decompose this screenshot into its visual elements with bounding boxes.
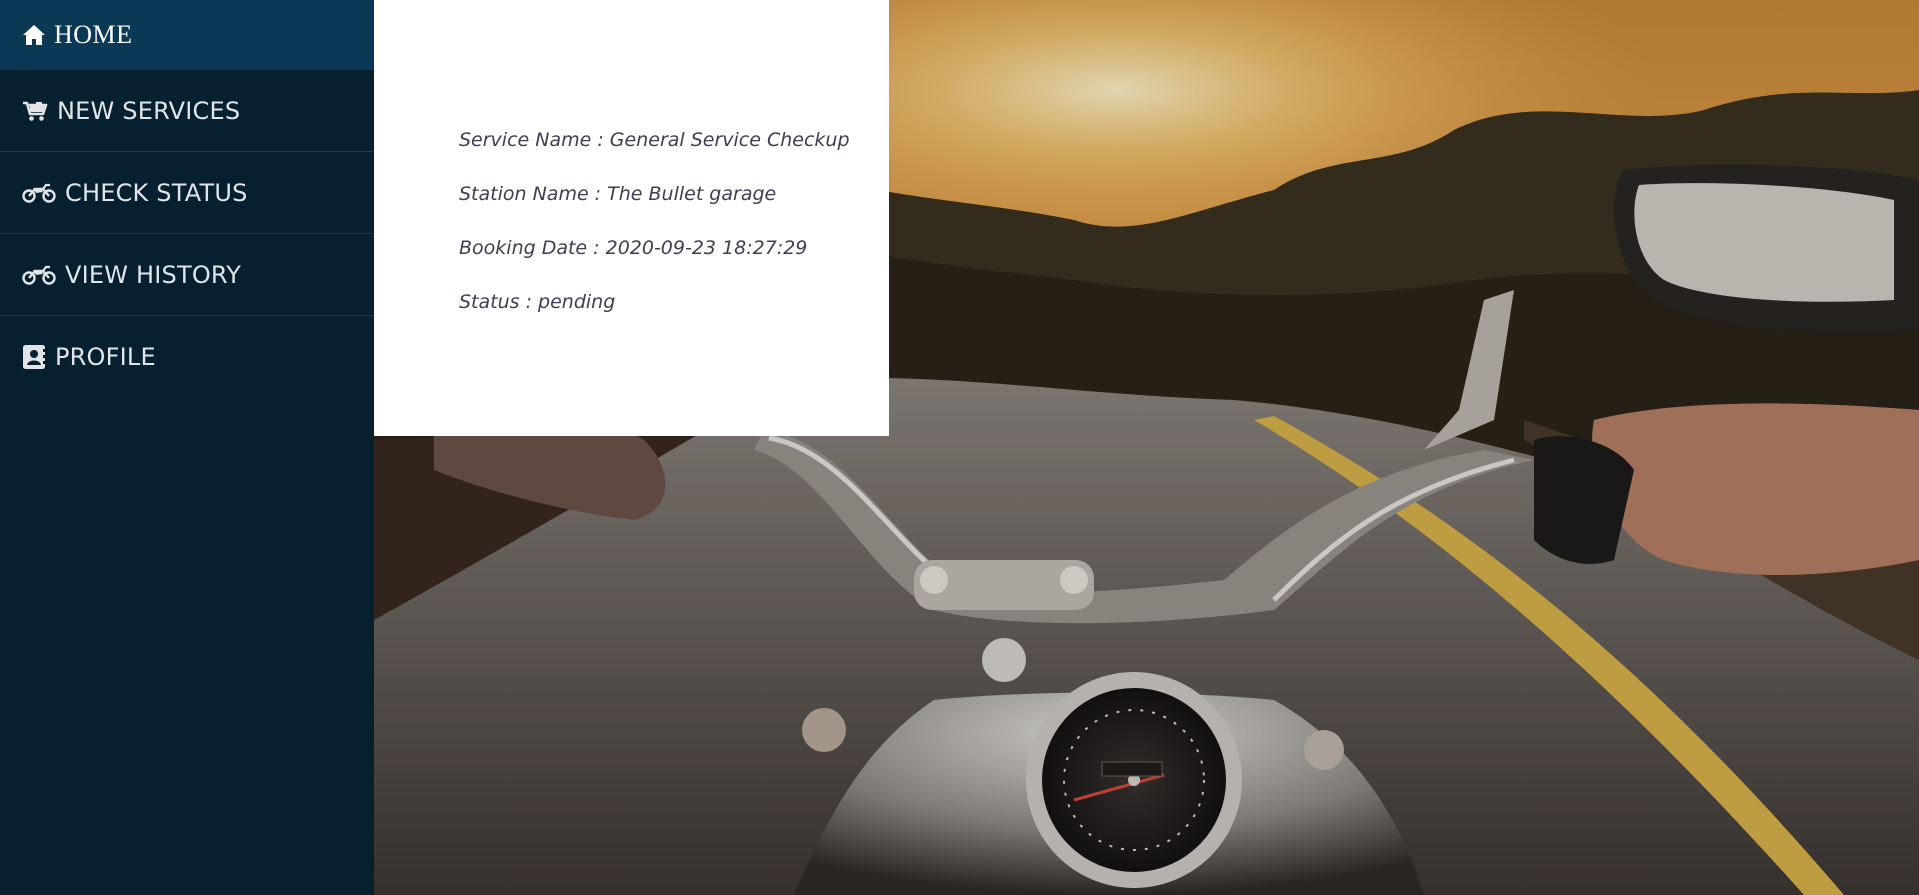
motorcycle-icon	[22, 265, 56, 285]
sidebar-item-new-services[interactable]: NEW SERVICES	[0, 70, 374, 152]
sidebar-item-profile[interactable]: PROFILE	[0, 316, 374, 398]
sidebar-item-home[interactable]: HOME	[0, 0, 374, 70]
sidebar-item-label: NEW SERVICES	[57, 96, 241, 125]
status-text: Status : pending	[459, 291, 616, 313]
motorcycle-icon	[22, 183, 56, 203]
sidebar-item-check-status[interactable]: CHECK STATUS	[0, 152, 374, 234]
cart-icon	[22, 100, 48, 122]
app-window: HOME NEW SERVICES CHECK STATUS VIEW HIST…	[0, 0, 1919, 895]
sidebar-item-label: HOME	[54, 20, 133, 49]
main-content: Service Name : General Service Checkup S…	[374, 0, 1919, 895]
sidebar-item-label: VIEW HISTORY	[65, 260, 242, 289]
sidebar: HOME NEW SERVICES CHECK STATUS VIEW HIST…	[0, 0, 374, 895]
station-name-text: Station Name : The Bullet garage	[459, 183, 777, 205]
service-name-text: Service Name : General Service Checkup	[459, 129, 850, 151]
sidebar-item-label: PROFILE	[55, 343, 156, 371]
home-icon	[22, 24, 46, 46]
sidebar-item-view-history[interactable]: VIEW HISTORY	[0, 234, 374, 316]
sidebar-item-label: CHECK STATUS	[65, 178, 248, 207]
booking-date-text: Booking Date : 2020-09-23 18:27:29	[459, 237, 808, 259]
address-book-icon	[22, 344, 46, 370]
booking-card: Service Name : General Service Checkup S…	[374, 0, 889, 436]
